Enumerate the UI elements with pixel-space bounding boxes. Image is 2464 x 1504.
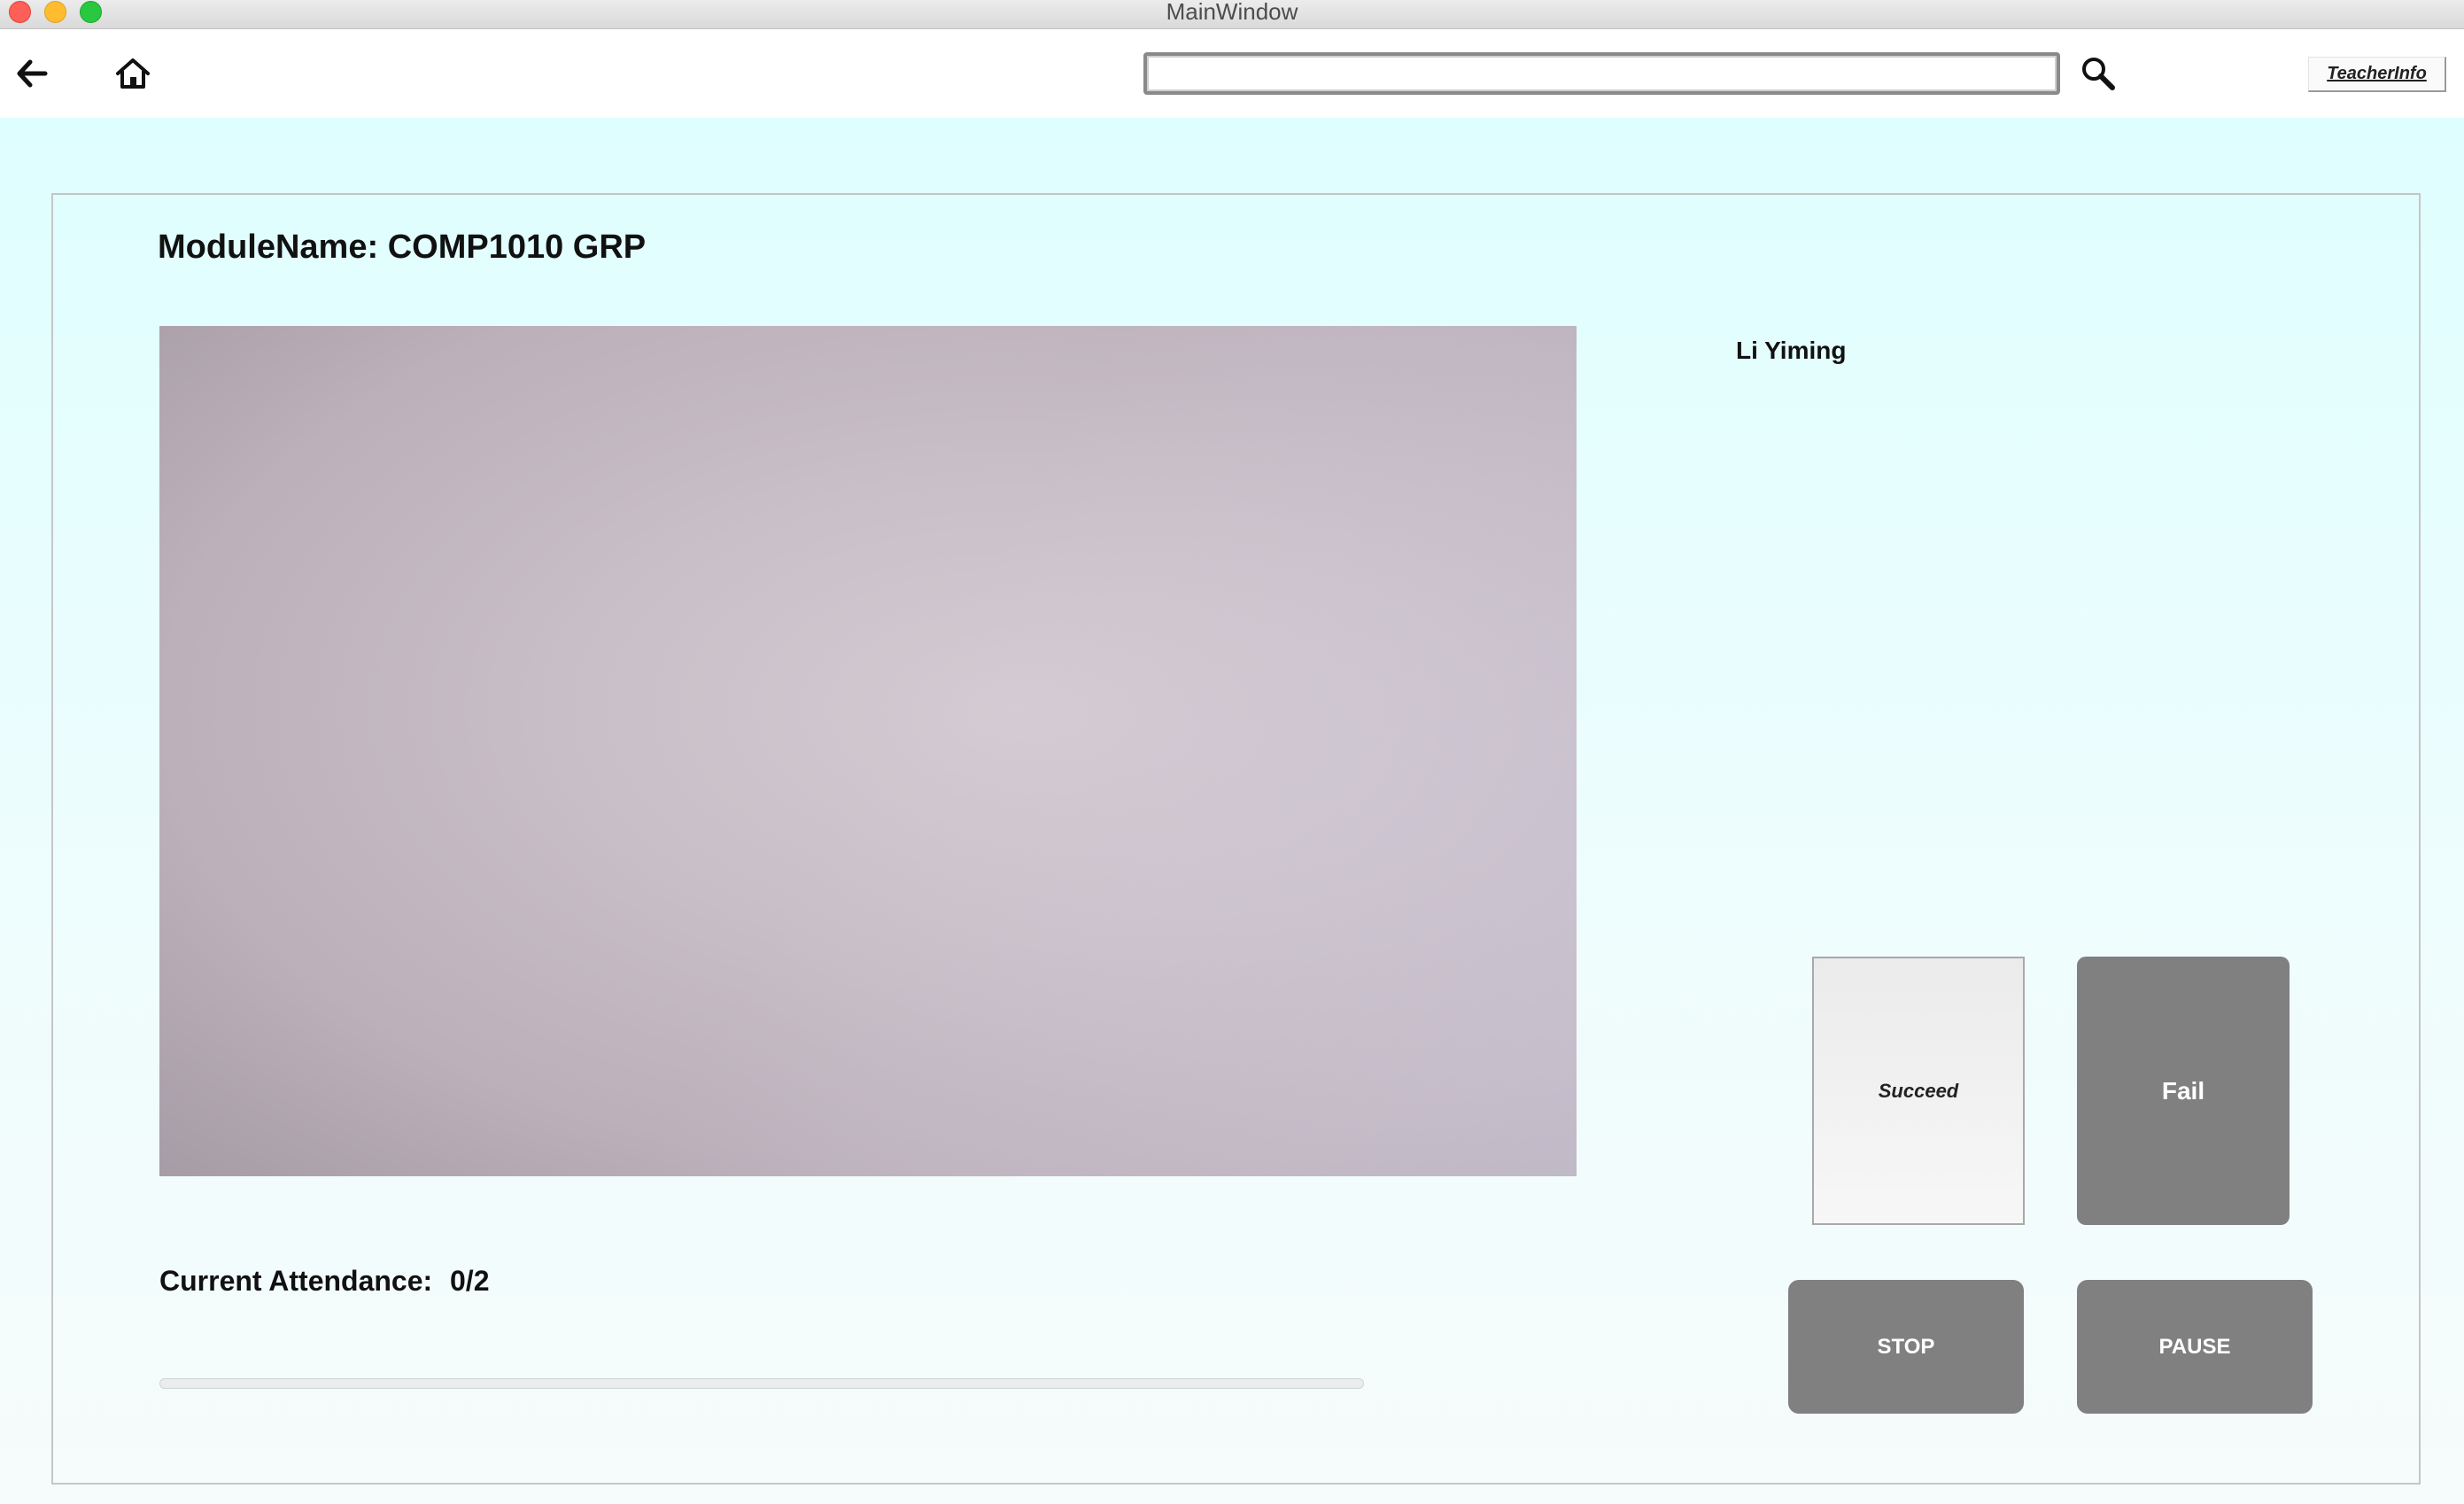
- toolbar: TeacherInfo: [0, 29, 2464, 118]
- back-arrow-icon[interactable]: [14, 56, 50, 91]
- teacher-info-button[interactable]: TeacherInfo: [2308, 57, 2446, 92]
- search-input[interactable]: [1143, 52, 2060, 95]
- window-title: MainWindow: [1166, 0, 1298, 25]
- home-icon[interactable]: [113, 56, 152, 91]
- attendance-label: Current Attendance:: [159, 1265, 433, 1297]
- main-area: ModuleName: COMP1010 GRP Li Yiming Succe…: [0, 118, 2464, 1504]
- stop-button[interactable]: STOP: [1788, 1280, 2024, 1414]
- attendance-progress-bar: [159, 1378, 1364, 1389]
- fail-button[interactable]: Fail: [2077, 957, 2290, 1225]
- attendance-value: 0/2: [450, 1265, 490, 1297]
- search-icon[interactable]: [2079, 54, 2118, 93]
- camera-feed: [159, 326, 1577, 1176]
- pause-button[interactable]: PAUSE: [2077, 1280, 2313, 1414]
- succeed-button[interactable]: Succeed: [1812, 957, 2025, 1225]
- module-title: ModuleName: COMP1010 GRP: [158, 229, 647, 266]
- student-name: Li Yiming: [1736, 337, 1847, 364]
- title-bar: MainWindow: [0, 0, 2464, 29]
